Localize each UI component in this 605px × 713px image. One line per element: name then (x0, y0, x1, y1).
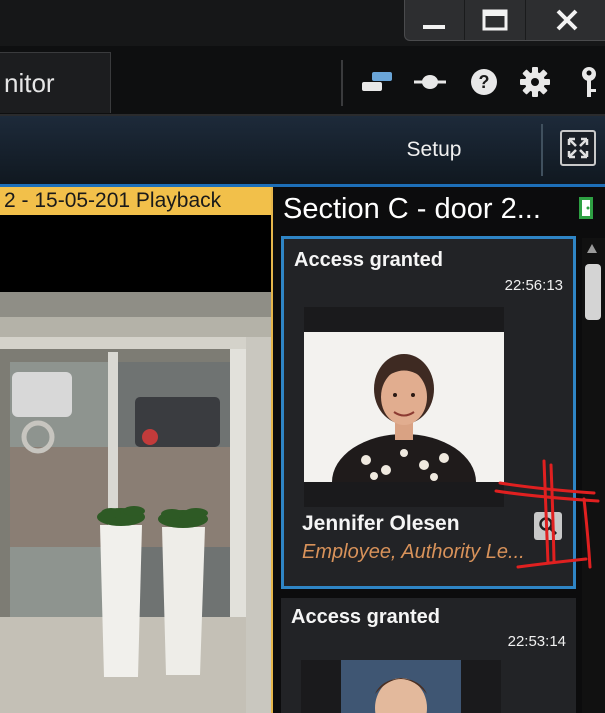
key-button[interactable] (572, 62, 605, 102)
photo-frame (304, 307, 504, 507)
close-icon (556, 9, 577, 31)
tab-monitor[interactable]: nitor (0, 52, 111, 113)
event-time: 22:53:14 (507, 633, 566, 650)
plug-button[interactable] (413, 62, 447, 102)
help-icon: ? (471, 69, 497, 95)
toolbar-divider (341, 60, 343, 106)
close-button[interactable] (525, 0, 605, 40)
plug-icon (414, 75, 446, 89)
door-title: Section C - door 2... (283, 193, 541, 225)
minimize-button[interactable] (405, 0, 463, 40)
annotation-scribble (494, 459, 600, 569)
window-controls (404, 0, 605, 41)
event-time: 22:56:13 (504, 277, 563, 294)
scrollbar-thumb[interactable] (585, 264, 601, 320)
settings-button[interactable] (518, 62, 552, 102)
maximize-button[interactable] (464, 0, 525, 40)
photo-frame (301, 660, 501, 713)
cardholder-photo (341, 660, 461, 713)
fullscreen-icon (567, 137, 589, 159)
fullscreen-button[interactable] (560, 130, 596, 166)
video-view[interactable] (0, 187, 273, 713)
key-icon (582, 67, 596, 97)
minimize-icon (423, 25, 445, 29)
window-pair-button[interactable] (360, 62, 394, 102)
maximize-icon (482, 9, 508, 31)
playback-indicator: 2 - 15-05-201 Playback (0, 187, 271, 215)
window-pair-icon (362, 72, 392, 91)
camera-feed-image (0, 187, 271, 713)
toolbar (0, 116, 605, 187)
access-event-card[interactable]: Access granted 22:53:14 (281, 598, 576, 713)
event-status: Access granted (294, 249, 443, 271)
event-status: Access granted (291, 606, 440, 628)
cardholder-photo (304, 332, 504, 482)
help-button[interactable]: ? (467, 62, 501, 102)
door-icon[interactable] (578, 196, 594, 220)
toolbar-separator (541, 124, 543, 176)
setup-button[interactable]: Setup (396, 130, 472, 170)
cardholder-name: Jennifer Olesen (302, 512, 460, 535)
scroll-up-arrow[interactable] (587, 244, 597, 253)
svg-text:?: ? (479, 72, 490, 92)
gear-icon (520, 67, 550, 97)
